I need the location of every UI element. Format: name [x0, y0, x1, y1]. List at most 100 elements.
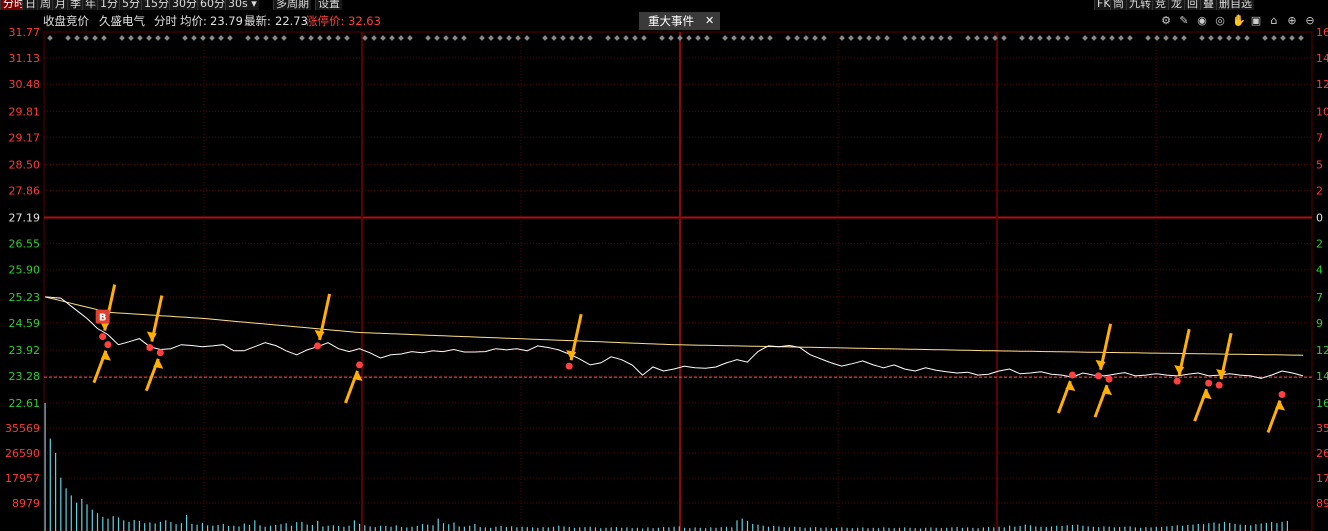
eye-icon[interactable]: ◉ [1196, 15, 1208, 27]
event-dot [398, 35, 404, 41]
percent-tick: 9 [1316, 317, 1323, 330]
event-dot [425, 35, 431, 41]
volume-bar [338, 526, 340, 531]
hand-icon[interactable]: ✋ [1232, 15, 1246, 27]
major-events-label: 重大事件 [648, 14, 694, 28]
signal-dot [1095, 372, 1103, 380]
volume-bar [1108, 526, 1110, 531]
volume-bar [196, 524, 198, 531]
volume-bar [385, 526, 387, 531]
period-button-3[interactable]: 月 [52, 0, 68, 10]
signal-dot [1215, 381, 1223, 389]
volume-bar [400, 527, 403, 531]
period-button-2[interactable]: 周 [37, 0, 53, 10]
arrow-head [146, 331, 157, 342]
event-dot [983, 35, 989, 41]
volume-bar [1187, 525, 1189, 531]
period-button-4[interactable]: 季 [67, 0, 83, 10]
brush-icon[interactable]: ✎ [1178, 15, 1190, 27]
volume-tick: 8979 [12, 497, 40, 510]
volume-bar [233, 525, 235, 531]
volume-bar [102, 516, 104, 531]
event-dot [461, 35, 467, 41]
lock-icon[interactable]: ▣ [1250, 15, 1262, 27]
event-dot [605, 35, 611, 41]
volume-bar [1071, 525, 1074, 531]
volume-bar [967, 527, 969, 531]
gear-icon[interactable]: ⚙ [1160, 15, 1172, 27]
volume-bar [165, 520, 167, 531]
minus-icon[interactable]: ⊖ [1304, 15, 1316, 27]
volume-bar [526, 527, 528, 531]
event-dot [929, 35, 935, 41]
eye-outline-icon[interactable]: ◎ [1214, 15, 1226, 27]
event-dot [299, 35, 305, 41]
period-button-6[interactable]: 1分 [97, 0, 120, 10]
volume-bar [516, 527, 518, 531]
event-dot [1127, 35, 1133, 41]
tool-button-5[interactable]: 回 [1184, 0, 1200, 10]
event-dot [686, 35, 692, 41]
volume-bar [720, 527, 722, 531]
event-dot [1244, 35, 1250, 41]
volume-bar [752, 523, 754, 531]
close-icon[interactable]: ✕ [705, 12, 714, 30]
event-dot [407, 35, 413, 41]
volume-bar [1040, 526, 1042, 531]
volume-bar [70, 495, 72, 531]
event-dot [1019, 35, 1025, 41]
period-button-11[interactable]: 30s ▾ [225, 0, 259, 10]
volume-bar [1239, 524, 1241, 531]
tool-button-4[interactable]: 龙 [1168, 0, 1184, 10]
price-tick: 25.23 [9, 291, 41, 304]
stock-name: 久盛电气 [99, 14, 145, 28]
major-events-tab[interactable]: 重大事件 ✕ [639, 12, 720, 30]
event-dot [389, 35, 395, 41]
event-dot [695, 35, 701, 41]
tool-button-2[interactable]: 九转 [1126, 0, 1153, 10]
period-button-9[interactable]: 30分 [169, 0, 199, 10]
volume-bar [1276, 523, 1278, 531]
volume-bar [542, 527, 544, 531]
period-button-10[interactable]: 60分 [197, 0, 227, 10]
volume-bar [207, 525, 209, 531]
plus-icon[interactable]: ⊕ [1286, 15, 1298, 27]
volume-bar [1150, 527, 1152, 531]
event-dot [848, 35, 854, 41]
event-dot [749, 35, 755, 41]
period-button-7[interactable]: 5分 [119, 0, 142, 10]
period-button-5[interactable]: 年 [82, 0, 98, 10]
period-button-12[interactable]: 多周期 [273, 0, 311, 10]
tool-button-7[interactable]: 删自选 [1216, 0, 1254, 10]
volume-bar [112, 516, 114, 531]
period-button-13[interactable]: 设置 [315, 0, 342, 10]
event-dot [668, 35, 674, 41]
volume-bar [369, 526, 371, 531]
event-dot [821, 35, 827, 41]
period-button-1[interactable]: 日 [22, 0, 38, 10]
volume-bar [741, 518, 743, 531]
event-dot [524, 35, 530, 41]
volume-bar [1286, 521, 1288, 531]
volume-bar [988, 527, 990, 531]
signal-markers: B [92, 284, 1286, 434]
volume-bar [159, 521, 161, 531]
last-label: 最新: [244, 14, 271, 28]
price-tick: 23.92 [9, 344, 41, 357]
event-dot [146, 35, 152, 41]
event-dot [1118, 35, 1124, 41]
volume-bar [280, 524, 282, 531]
volume-bar [678, 526, 680, 531]
volume-bar [290, 525, 293, 531]
house-icon[interactable]: ⌂ [1268, 15, 1280, 27]
event-dot [812, 35, 818, 41]
tool-button-3[interactable]: 竞 [1152, 0, 1168, 10]
top-dot-row [47, 35, 1304, 41]
tool-button-6[interactable]: 叠 [1200, 0, 1216, 10]
volume-bar [96, 513, 99, 531]
volume-bar [458, 526, 460, 531]
period-button-8[interactable]: 15分 [141, 0, 171, 10]
event-dot [119, 35, 125, 41]
signal-dot [146, 344, 154, 352]
tool-button-1[interactable]: 筒 [1110, 0, 1126, 10]
